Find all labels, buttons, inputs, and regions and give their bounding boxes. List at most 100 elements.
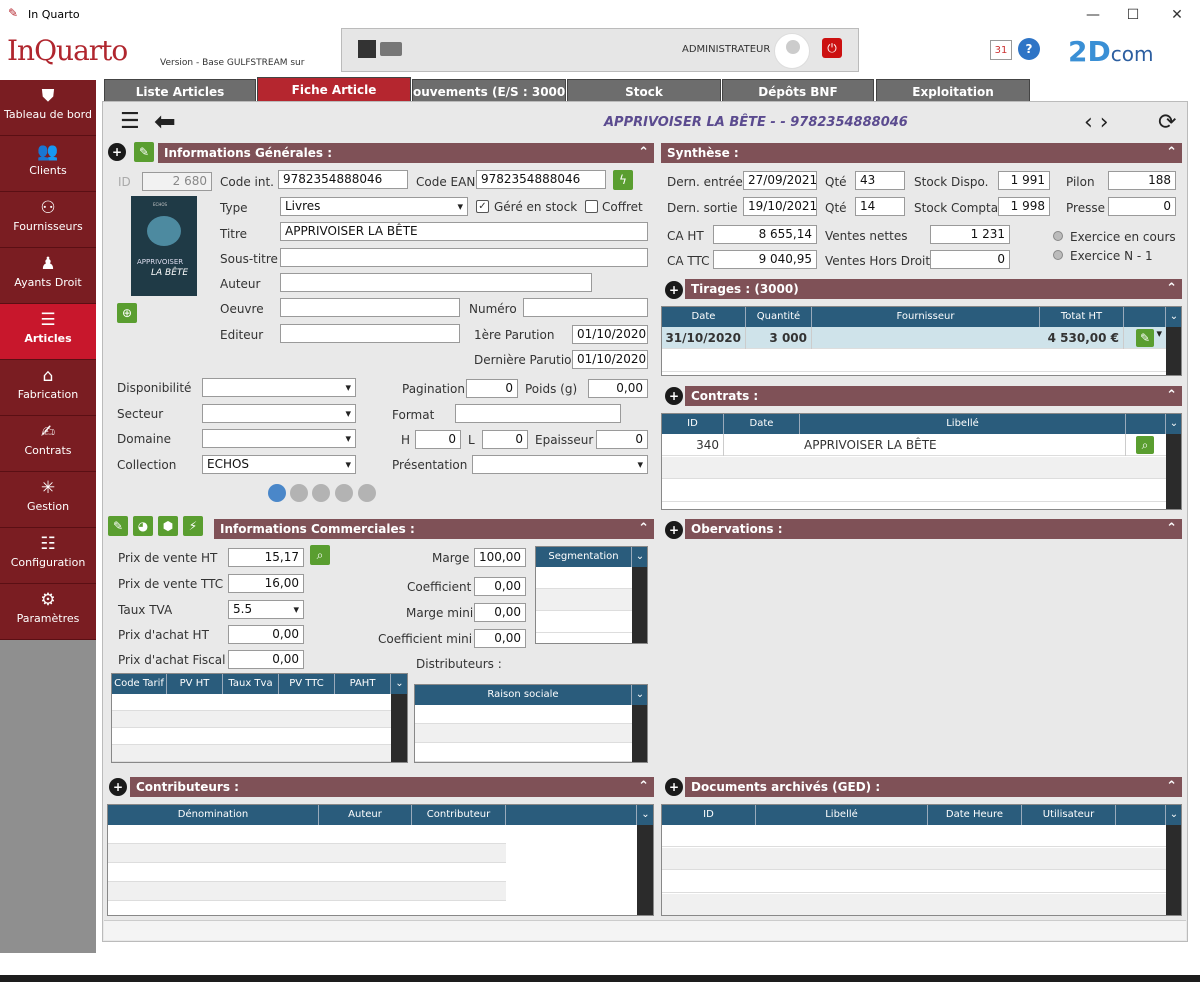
tab-fiche-article[interactable]: Fiche Article	[257, 77, 411, 101]
table-row[interactable]	[108, 863, 506, 882]
column-header[interactable]: Libellé	[756, 805, 928, 825]
titre-field[interactable]: APPRIVOISER LA BÊTE	[280, 222, 648, 241]
column-header[interactable]: Date	[662, 307, 746, 327]
lightning-icon[interactable]: ϟ	[613, 170, 633, 190]
tva-select[interactable]: 5.5	[228, 600, 304, 619]
column-header[interactable]: Utilisateur	[1022, 805, 1116, 825]
sidebar-item-tableau-de-bord[interactable]: ⛊ Tableau de bord	[0, 80, 96, 136]
qte1-field[interactable]: 43	[855, 171, 905, 190]
tag-icon[interactable]: ⬢	[158, 516, 178, 536]
back-arrow-icon[interactable]: ⬅	[154, 109, 176, 135]
code-int-field[interactable]: 9782354888046	[278, 170, 408, 189]
sidebar-item-parametres[interactable]: ⚙ Paramètres	[0, 584, 96, 640]
edit-icon[interactable]: ✎	[1136, 329, 1154, 347]
paf-field[interactable]: 0,00	[228, 650, 304, 669]
sidebar-item-configuration[interactable]: ☷ Configuration	[0, 528, 96, 584]
table-row[interactable]	[112, 728, 391, 745]
table-row[interactable]	[536, 611, 632, 633]
app-square-icon[interactable]	[358, 40, 376, 58]
pilon-field[interactable]: 188	[1108, 171, 1176, 190]
tab-exploitation[interactable]: Exploitation	[876, 79, 1030, 101]
menu-icon[interactable]: ☰	[120, 111, 146, 133]
id-field[interactable]: 2 680	[142, 172, 212, 191]
table-row[interactable]	[112, 711, 391, 728]
collapse-icon[interactable]: ⌃	[1166, 143, 1177, 163]
table-row[interactable]	[112, 694, 391, 711]
add-icon[interactable]: +	[665, 521, 683, 539]
column-header[interactable]: Quantité	[746, 307, 812, 327]
column-header[interactable]: Libellé	[800, 414, 1126, 434]
table-row[interactable]	[662, 457, 1166, 479]
collapse-icon[interactable]: ⌃	[1166, 519, 1177, 539]
add-icon[interactable]: +	[665, 281, 683, 299]
table-row[interactable]	[662, 894, 1166, 915]
collapse-icon[interactable]: ⌃	[1166, 777, 1177, 797]
editeur-field[interactable]	[280, 324, 460, 343]
globe-icon[interactable]: ⊕	[117, 303, 137, 323]
column-header[interactable]: Dénomination	[108, 805, 319, 825]
stock-compta-field[interactable]: 1 998	[998, 197, 1050, 216]
table-row[interactable]	[108, 844, 506, 863]
table-row[interactable]	[662, 480, 1166, 502]
table-row[interactable]	[536, 567, 632, 589]
column-header[interactable]: Raison sociale	[415, 685, 632, 705]
sidebar-item-fournisseurs[interactable]: ⚇ Fournisseurs	[0, 192, 96, 248]
auteur-field[interactable]	[280, 273, 592, 292]
coef-field[interactable]: 0,00	[474, 577, 526, 596]
column-header[interactable]: Totat HT	[1040, 307, 1124, 327]
h-field[interactable]: 0	[415, 430, 461, 449]
column-header[interactable]: Date	[724, 414, 800, 434]
chat-icon[interactable]	[380, 42, 402, 56]
sidebar-item-contrats[interactable]: ✍ Contrats	[0, 416, 96, 472]
edit-icon[interactable]: ✎	[134, 142, 154, 162]
pa-field[interactable]: 0,00	[228, 625, 304, 644]
cattc-field[interactable]: 9 040,95	[713, 250, 817, 269]
table-row[interactable]	[108, 825, 506, 844]
column-header[interactable]: Segmentation	[536, 547, 632, 567]
grid-menu-icon[interactable]: ⌄	[1166, 307, 1181, 327]
grid-menu-icon[interactable]: ⌄	[1166, 805, 1181, 825]
qte2-field[interactable]: 14	[855, 197, 905, 216]
column-header[interactable]: Auteur	[319, 805, 412, 825]
table-row[interactable]	[415, 724, 632, 743]
collapse-icon[interactable]: ⌃	[1166, 386, 1177, 406]
parution-last-field[interactable]: 01/10/2020	[572, 350, 648, 369]
sidebar-item-articles[interactable]: ☰ Articles	[0, 304, 96, 360]
pager-dot[interactable]	[358, 484, 376, 502]
close-button[interactable]: ✕	[1162, 4, 1192, 26]
disponibilite-select[interactable]	[202, 378, 356, 397]
scrollbar[interactable]	[1166, 327, 1181, 375]
grid-menu-icon[interactable]: ⌄	[1166, 414, 1181, 434]
table-row[interactable]	[662, 350, 1166, 372]
column-header[interactable]: Contributeur	[412, 805, 506, 825]
column-header[interactable]: Taux Tva	[223, 674, 279, 694]
pager-dot[interactable]	[268, 484, 286, 502]
grid-menu-icon[interactable]: ⌄	[632, 547, 647, 567]
coefmini-field[interactable]: 0,00	[474, 629, 526, 648]
stock-dispo-field[interactable]: 1 991	[998, 171, 1050, 190]
grid-menu-icon[interactable]: ⌄	[632, 685, 647, 705]
scrollbar[interactable]	[1166, 825, 1181, 915]
scrollbar[interactable]	[632, 567, 647, 643]
parution1-field[interactable]: 01/10/2020	[572, 325, 648, 344]
tab-mouvements[interactable]: ouvements (E/S : 3000/141	[412, 79, 566, 101]
pager-dot[interactable]	[335, 484, 353, 502]
search-icon[interactable]: ⌕	[310, 545, 330, 565]
secteur-select[interactable]	[202, 404, 356, 423]
scrollbar[interactable]	[632, 705, 647, 762]
soustitre-field[interactable]	[280, 248, 648, 267]
scrollbar[interactable]	[391, 694, 407, 762]
column-header[interactable]: ID	[662, 805, 756, 825]
oeuvre-field[interactable]	[280, 298, 460, 317]
sidebar-item-gestion[interactable]: ✳ Gestion	[0, 472, 96, 528]
grid-menu-icon[interactable]: ⌄	[391, 674, 407, 694]
table-row[interactable]	[415, 743, 632, 762]
tab-depots-bnf[interactable]: Dépôts BNF	[722, 79, 874, 101]
collapse-icon[interactable]: ⌃	[638, 777, 649, 797]
scrollbar[interactable]	[1166, 434, 1181, 509]
edit-icon[interactable]: ✎	[108, 516, 128, 536]
coffret-checkbox[interactable]	[585, 200, 598, 213]
domaine-select[interactable]	[202, 429, 356, 448]
add-icon[interactable]: +	[108, 143, 126, 161]
collapse-icon[interactable]: ⌃	[1166, 279, 1177, 299]
